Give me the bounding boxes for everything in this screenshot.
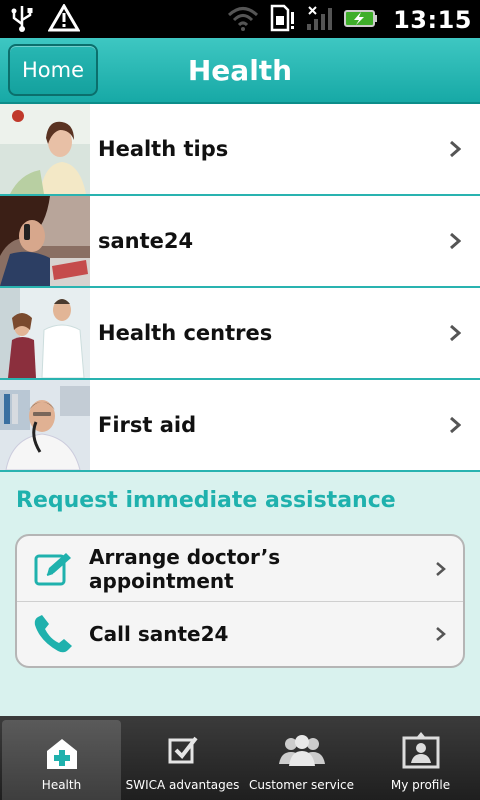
usb-icon — [10, 4, 34, 36]
signal-icon — [305, 4, 333, 36]
chevron-right-icon — [440, 140, 470, 158]
checkbox-icon — [167, 730, 199, 770]
assistance-item-label: Arrange doctor’s appointment — [89, 544, 281, 593]
health-cross-icon — [45, 734, 79, 774]
menu-item-health-centres[interactable]: Health centres — [0, 288, 480, 380]
tab-health[interactable]: Health — [2, 720, 121, 800]
tab-label: Customer service — [248, 778, 355, 792]
menu-item-health-tips[interactable]: Health tips — [0, 104, 480, 196]
tab-label: Health — [41, 778, 82, 792]
assistance-item-label: Call sante24 — [89, 622, 229, 646]
menu-item-label: Health tips — [98, 137, 229, 161]
menu-item-label: Health centres — [98, 321, 273, 345]
tab-label: SWICA advantages — [125, 778, 240, 792]
profile-frame-icon — [402, 730, 440, 770]
chevron-right-icon — [440, 324, 470, 342]
woman-portrait-photo — [0, 104, 90, 194]
doctor-on-phone-photo — [0, 380, 90, 470]
assistance-title: Request immediate assistance — [16, 488, 396, 513]
clock: 13:15 — [393, 6, 472, 34]
assistance-panel: Request immediate assistance Arrange doc… — [0, 472, 480, 716]
sim-icon — [269, 4, 295, 36]
header: Home Health — [0, 38, 480, 104]
arrange-appointment-button[interactable]: Arrange doctor’s appointment — [17, 536, 463, 601]
call-sante24-button[interactable]: Call sante24 — [17, 601, 463, 666]
chevron-right-icon — [425, 561, 455, 577]
doctor-consultation-photo — [0, 288, 90, 378]
tab-label: My profile — [390, 778, 451, 792]
battery-icon — [343, 4, 379, 36]
home-button[interactable]: Home — [8, 44, 98, 96]
tab-my-profile[interactable]: My profile — [361, 716, 480, 800]
chevron-right-icon — [440, 416, 470, 434]
chevron-right-icon — [425, 626, 455, 642]
tab-swica-advantages[interactable]: SWICA advantages — [123, 716, 242, 800]
tab-customer-service[interactable]: Customer service — [242, 716, 361, 800]
menu-item-label: First aid — [98, 413, 197, 437]
menu-list: Health tips sante24 Health centres First… — [0, 104, 480, 472]
wifi-icon — [227, 4, 259, 36]
menu-item-sante24[interactable]: sante24 — [0, 196, 480, 288]
menu-item-first-aid[interactable]: First aid — [0, 380, 480, 472]
bottom-tab-bar: Health SWICA advantages Customer service… — [0, 716, 480, 800]
people-icon — [277, 730, 327, 770]
woman-on-phone-photo — [0, 196, 90, 286]
menu-item-label: sante24 — [98, 229, 194, 253]
phone-icon — [17, 613, 89, 655]
chevron-right-icon — [440, 232, 470, 250]
edit-icon — [17, 551, 89, 587]
assistance-list: Arrange doctor’s appointment Call sante2… — [15, 534, 465, 668]
status-bar: 13:15 — [0, 0, 480, 38]
warning-icon — [47, 3, 81, 36]
